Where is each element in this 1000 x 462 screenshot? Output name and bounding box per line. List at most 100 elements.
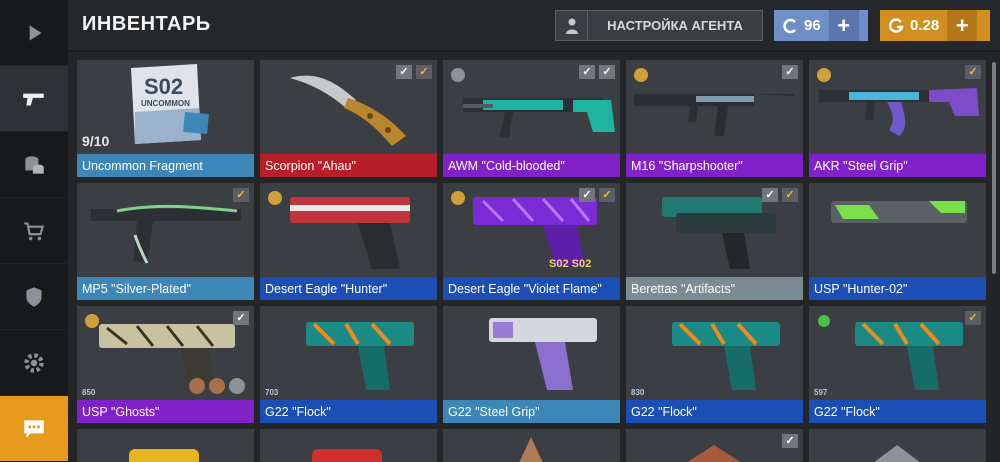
sidebar-item-settings[interactable] <box>0 330 68 396</box>
check-icon: ✓ <box>782 188 798 202</box>
sidebar-item-chat[interactable] <box>0 396 68 462</box>
inventory-card[interactable]: USP "Hunter-02" <box>809 183 986 300</box>
credits-icon <box>783 18 796 33</box>
item-flags: ✓ <box>965 65 981 79</box>
sidebar-item-weapons[interactable] <box>0 66 68 132</box>
inventory-screen: ИНВЕНТАРЬ НАСТРОЙКА АГЕНТА 96 + 0.28 + S… <box>0 0 1000 462</box>
sticker-icon <box>266 189 284 207</box>
sidebar-item-play[interactable] <box>0 0 68 66</box>
inventory-card[interactable]: 703 G22 "Flock" <box>260 306 437 423</box>
add-gold-button[interactable]: + <box>947 10 978 41</box>
inventory-card[interactable]: ✓ ✓ Scorpion "Ahau" <box>260 60 437 177</box>
inventory-card[interactable]: ✓ 850 USP "Ghosts" <box>77 306 254 423</box>
inventory-card[interactable]: Desert Eagle "Hunter" <box>260 183 437 300</box>
inventory-card[interactable] <box>260 429 437 462</box>
inventory-card[interactable]: ✓ ✓ Berettas "Artifacts" <box>626 183 803 300</box>
inventory-card[interactable]: 830 G22 "Flock" <box>626 306 803 423</box>
check-icon: ✓ <box>782 434 798 448</box>
item-name: G22 "Flock" <box>626 400 803 423</box>
check-icon: ✓ <box>762 188 778 202</box>
pistol-art <box>855 322 963 390</box>
fragment-art-text: S02 <box>144 74 183 99</box>
inventory-card[interactable]: ✓ <box>626 429 803 462</box>
pistol-icon <box>23 93 44 105</box>
level-badge: 703 <box>265 388 279 397</box>
inventory-card[interactable]: S02 UNCOMMON 9/10 Uncommon Fragment <box>77 60 254 177</box>
gold-balance: 0.28 + <box>880 10 990 41</box>
inventory-card[interactable]: G22 "Steel Grip" <box>443 306 620 423</box>
item-flags: ✓ <box>782 65 798 79</box>
item-name: AKR "Steel Grip" <box>809 154 986 177</box>
check-icon: ✓ <box>579 188 595 202</box>
credits-balance: 96 + <box>774 10 868 41</box>
inventory-card[interactable] <box>77 429 254 462</box>
sticker-icon <box>449 66 467 84</box>
inventory-grid: S02 UNCOMMON 9/10 Uncommon Fragment ✓ ✓ … <box>77 60 989 462</box>
check-icon: ✓ <box>782 65 798 79</box>
level-badge: 597 <box>814 388 828 397</box>
chat-icon <box>24 419 44 438</box>
top-bar: ИНВЕНТАРЬ НАСТРОЙКА АГЕНТА 96 + 0.28 + <box>68 0 1000 52</box>
sticker-text: S02 S02 <box>549 258 591 270</box>
sticker-icon <box>449 189 467 207</box>
inventory-card[interactable]: ✓ 597 G22 "Flock" <box>809 306 986 423</box>
item-name: Desert Eagle "Hunter" <box>260 277 437 300</box>
cart-icon <box>24 221 45 240</box>
akr-rifle-art <box>819 88 979 136</box>
gold-icon <box>888 17 904 33</box>
sticker-icon <box>83 312 101 330</box>
sticker-icon <box>815 66 833 84</box>
inventory-card[interactable]: ✓ MP5 "Silver-Plated" <box>77 183 254 300</box>
inventory-card[interactable]: S02 S02 ✓ ✓ Desert Eagle "Violet Flame" <box>443 183 620 300</box>
coins-icon <box>25 155 44 174</box>
item-flags: ✓ ✓ <box>579 188 615 202</box>
pistol-art <box>489 318 597 390</box>
item-name: M16 "Sharpshooter" <box>626 154 803 177</box>
fragment-art <box>312 449 382 462</box>
shield-icon <box>26 286 42 307</box>
inventory-card[interactable]: ✓ M16 "Sharpshooter" <box>626 60 803 177</box>
level-badge: 850 <box>82 388 96 397</box>
item-name: G22 "Steel Grip" <box>443 400 620 423</box>
emblem-art <box>519 437 543 462</box>
check-icon: ✓ <box>233 311 249 325</box>
sticker-icon <box>632 66 650 84</box>
item-name: Berettas "Artifacts" <box>626 277 803 300</box>
scrollbar[interactable] <box>992 62 996 274</box>
inventory-card[interactable] <box>809 429 986 462</box>
item-flags: ✓ <box>233 311 249 325</box>
check-icon: ✓ <box>233 188 249 202</box>
item-name: G22 "Flock" <box>260 400 437 423</box>
fragment-art <box>129 449 199 462</box>
item-flags: ✓ ✓ <box>762 188 798 202</box>
inventory-card[interactable] <box>443 429 620 462</box>
pistol-art <box>306 322 414 390</box>
item-name: MP5 "Silver-Plated" <box>77 277 254 300</box>
check-icon: ✓ <box>396 65 412 79</box>
add-credits-button[interactable]: + <box>828 10 859 41</box>
inventory-card[interactable]: ✓ AKR "Steel Grip" <box>809 60 986 177</box>
inventory-card[interactable]: ✓ ✓ AWM "Cold-blooded" <box>443 60 620 177</box>
emblem-art <box>874 445 920 462</box>
agent-setup-button[interactable]: НАСТРОЙКА АГЕНТА <box>555 10 763 41</box>
smg-art <box>91 204 241 264</box>
play-icon <box>29 24 42 41</box>
check-icon: ✓ <box>579 65 595 79</box>
check-icon: ✓ <box>599 65 615 79</box>
item-flags: ✓ <box>782 434 798 448</box>
sidebar-item-coins[interactable] <box>0 132 68 198</box>
page-title: ИНВЕНТАРЬ <box>82 13 211 35</box>
check-icon: ✓ <box>599 188 615 202</box>
sidebar <box>0 0 68 462</box>
emblem-art <box>687 445 741 462</box>
fragment-count: 9/10 <box>82 133 110 149</box>
pistol-art <box>672 322 780 390</box>
item-name: AWM "Cold-blooded" <box>443 154 620 177</box>
sidebar-item-clan[interactable] <box>0 264 68 330</box>
check-icon: ✓ <box>416 65 432 79</box>
item-name: Desert Eagle "Violet Flame" <box>443 277 620 300</box>
item-flags: ✓ <box>965 311 981 325</box>
item-name: USP "Hunter-02" <box>809 277 986 300</box>
sidebar-item-shop[interactable] <box>0 198 68 264</box>
item-name: USP "Ghosts" <box>77 400 254 423</box>
